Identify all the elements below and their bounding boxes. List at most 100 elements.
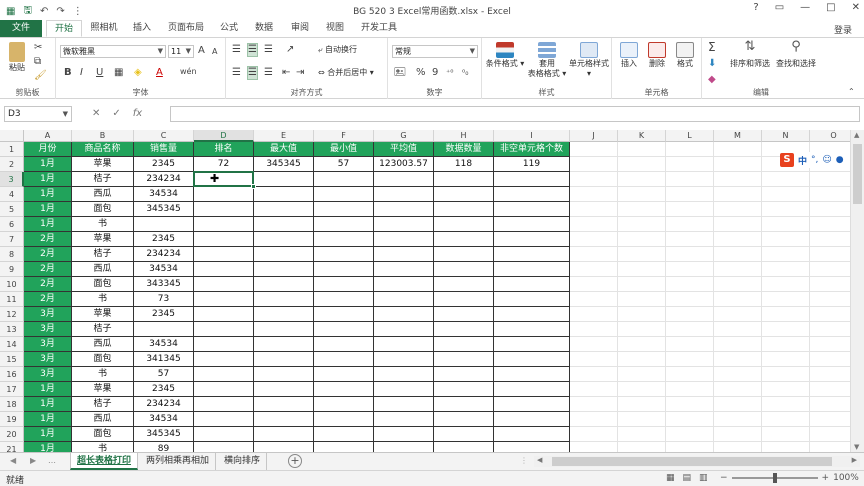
copy-icon[interactable]: ⧉ — [34, 56, 41, 68]
cell-c12[interactable]: 2345 — [134, 307, 194, 322]
number-format-select[interactable]: 常规 ▼ — [392, 45, 478, 58]
cell-m18[interactable] — [714, 397, 762, 412]
cell-l5[interactable] — [666, 202, 714, 217]
cell-k15[interactable] — [618, 352, 666, 367]
row-header-8[interactable]: 8 — [0, 247, 24, 262]
zoom-slider[interactable] — [731, 473, 818, 483]
cell-n17[interactable] — [762, 382, 810, 397]
cell-a14[interactable]: 3月 — [24, 337, 72, 352]
cell-m1[interactable] — [714, 142, 762, 157]
cell-a17[interactable]: 1月 — [24, 382, 72, 397]
cell-b21[interactable]: 书 — [72, 442, 134, 452]
cell-d1[interactable]: 排名 — [194, 142, 254, 157]
format-as-table-button[interactable]: 套用 表格格式 ▾ — [526, 42, 568, 79]
vertical-scroll-thumb[interactable] — [853, 144, 862, 204]
cell-d7[interactable] — [194, 232, 254, 247]
cell-g15[interactable] — [374, 352, 434, 367]
cell-j2[interactable] — [570, 157, 618, 172]
cell-b9[interactable]: 西瓜 — [72, 262, 134, 277]
cell-f21[interactable] — [314, 442, 374, 452]
cell-k1[interactable] — [618, 142, 666, 157]
cell-e3[interactable] — [254, 172, 314, 187]
row-header-16[interactable]: 16 — [0, 367, 24, 382]
row-header-18[interactable]: 18 — [0, 397, 24, 412]
cell-b2[interactable]: 苹果 — [72, 157, 134, 172]
cell-h10[interactable] — [434, 277, 494, 292]
cell-f2[interactable]: 57 — [314, 157, 374, 172]
fill-handle[interactable] — [251, 184, 256, 189]
merge-center-button[interactable]: ⇔ 合并后居中 ▾ — [318, 68, 374, 78]
cell-c10[interactable]: 343345 — [134, 277, 194, 292]
cell-e8[interactable] — [254, 247, 314, 262]
bold-button[interactable]: B — [64, 67, 72, 79]
row-header-1[interactable]: 1 — [0, 142, 24, 157]
ime-language-toggle[interactable]: 中 — [798, 154, 807, 167]
cell-j3[interactable] — [570, 172, 618, 187]
cell-i18[interactable] — [494, 397, 570, 412]
tab-developer[interactable]: 开发工具 — [356, 20, 402, 37]
clear-icon[interactable]: ◆ — [708, 74, 716, 86]
formula-input[interactable] — [170, 106, 860, 122]
cell-m11[interactable] — [714, 292, 762, 307]
cell-a20[interactable]: 1月 — [24, 427, 72, 442]
column-header-j[interactable]: J — [570, 130, 618, 142]
cell-e17[interactable] — [254, 382, 314, 397]
cell-i16[interactable] — [494, 367, 570, 382]
font-size-select[interactable]: 11 ▼ — [168, 45, 194, 58]
cell-h2[interactable]: 118 — [434, 157, 494, 172]
cell-j8[interactable] — [570, 247, 618, 262]
cell-d13[interactable] — [194, 322, 254, 337]
increase-decimal-icon[interactable]: ⁺⁰ — [446, 67, 453, 79]
cell-b12[interactable]: 苹果 — [72, 307, 134, 322]
cell-h9[interactable] — [434, 262, 494, 277]
cell-h14[interactable] — [434, 337, 494, 352]
cell-g13[interactable] — [374, 322, 434, 337]
cell-a19[interactable]: 1月 — [24, 412, 72, 427]
cell-j17[interactable] — [570, 382, 618, 397]
cell-n10[interactable] — [762, 277, 810, 292]
cell-a9[interactable]: 2月 — [24, 262, 72, 277]
cell-k16[interactable] — [618, 367, 666, 382]
cell-h19[interactable] — [434, 412, 494, 427]
cell-e21[interactable] — [254, 442, 314, 452]
cell-a3[interactable]: 1月 — [24, 172, 72, 187]
cell-f15[interactable] — [314, 352, 374, 367]
cell-i5[interactable] — [494, 202, 570, 217]
column-header-n[interactable]: N — [762, 130, 810, 142]
name-box[interactable]: D3 ▼ — [4, 106, 72, 122]
cell-a12[interactable]: 3月 — [24, 307, 72, 322]
maximize-icon[interactable]: □ — [826, 2, 835, 13]
underline-button[interactable]: U — [96, 67, 103, 79]
cell-d12[interactable] — [194, 307, 254, 322]
cell-d9[interactable] — [194, 262, 254, 277]
cell-n14[interactable] — [762, 337, 810, 352]
cell-c18[interactable]: 234234 — [134, 397, 194, 412]
tab-file[interactable]: 文件 — [0, 20, 42, 37]
sort-filter-button[interactable]: ⇅ 排序和筛选 — [728, 40, 772, 69]
cell-a1[interactable]: 月份 — [24, 142, 72, 157]
paste-button[interactable]: 粘贴 — [4, 42, 30, 73]
row-header-19[interactable]: 19 — [0, 412, 24, 427]
cell-n8[interactable] — [762, 247, 810, 262]
cell-g3[interactable] — [374, 172, 434, 187]
cell-a10[interactable]: 2月 — [24, 277, 72, 292]
cell-k12[interactable] — [618, 307, 666, 322]
tab-formulas[interactable]: 公式 — [214, 20, 244, 37]
cell-j12[interactable] — [570, 307, 618, 322]
cell-i12[interactable] — [494, 307, 570, 322]
cell-c4[interactable]: 34534 — [134, 187, 194, 202]
cell-c16[interactable]: 57 — [134, 367, 194, 382]
row-header-3[interactable]: 3 — [0, 172, 24, 187]
cell-d3[interactable] — [194, 172, 254, 187]
cell-e4[interactable] — [254, 187, 314, 202]
cell-c5[interactable]: 345345 — [134, 202, 194, 217]
font-color-icon[interactable]: A — [156, 67, 163, 79]
cell-a11[interactable]: 2月 — [24, 292, 72, 307]
cell-n16[interactable] — [762, 367, 810, 382]
cell-j6[interactable] — [570, 217, 618, 232]
cell-d18[interactable] — [194, 397, 254, 412]
cell-b10[interactable]: 面包 — [72, 277, 134, 292]
cell-k19[interactable] — [618, 412, 666, 427]
cell-b13[interactable]: 桔子 — [72, 322, 134, 337]
format-painter-icon[interactable]: 🖌 — [34, 70, 47, 82]
